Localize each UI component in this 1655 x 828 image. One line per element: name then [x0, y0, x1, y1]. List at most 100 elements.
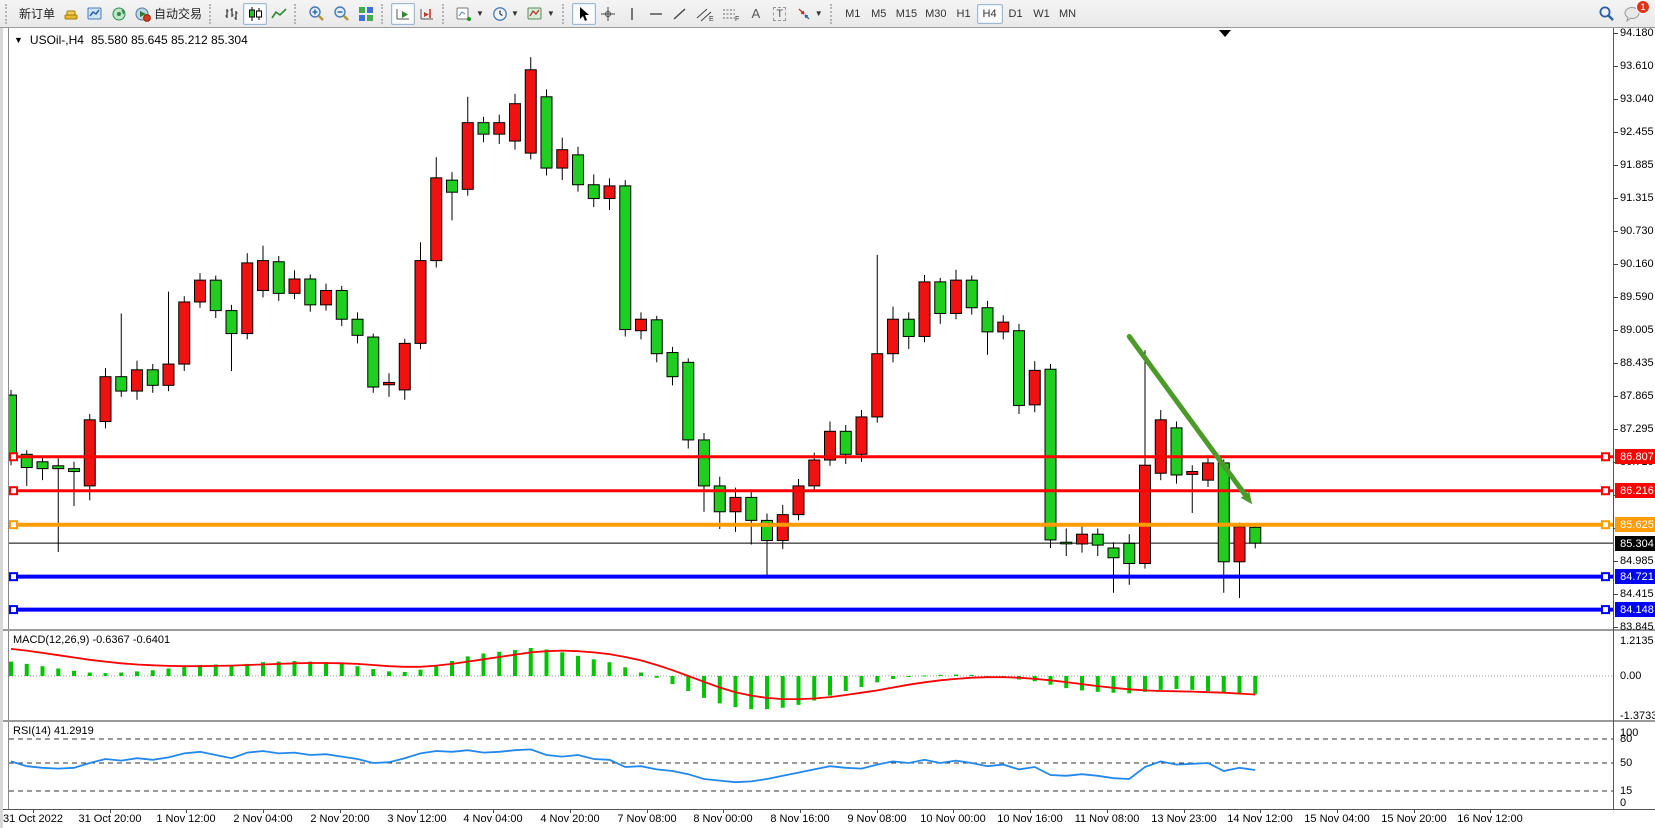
timeframe-button-m1[interactable]: M1	[840, 4, 866, 24]
candle-body[interactable]	[683, 362, 694, 440]
candle-body[interactable]	[573, 155, 584, 185]
candle-body[interactable]	[525, 70, 536, 153]
equidistant-channel-button[interactable]: E	[692, 3, 718, 25]
candle-body[interactable]	[447, 180, 458, 192]
candle-body[interactable]	[919, 282, 930, 337]
trendline-button[interactable]	[668, 3, 692, 25]
candle-body[interactable]	[53, 466, 64, 469]
candle-body[interactable]	[1092, 534, 1103, 545]
candle-body[interactable]	[541, 97, 552, 168]
text-tool-button[interactable]: A	[744, 3, 768, 25]
zoom-in-button[interactable]	[304, 3, 329, 25]
zoom-out-button[interactable]	[329, 3, 354, 25]
line-handle[interactable]	[10, 521, 17, 528]
periods-button[interactable]: ▼	[488, 3, 523, 25]
candle-body[interactable]	[384, 382, 395, 384]
search-button[interactable]	[1594, 3, 1619, 25]
line-handle[interactable]	[10, 573, 17, 580]
candle-body[interactable]	[620, 186, 631, 330]
candle-body[interactable]	[69, 469, 80, 472]
candle-body[interactable]	[872, 354, 883, 417]
candle-body[interactable]	[636, 319, 647, 330]
timeframe-button-h4[interactable]: H4	[977, 4, 1003, 24]
time-axis[interactable]: 31 Oct 202231 Oct 20:001 Nov 12:002 Nov …	[3, 809, 1655, 828]
candle-body[interactable]	[903, 319, 914, 336]
candle-body[interactable]	[888, 319, 899, 353]
candle-body[interactable]	[667, 353, 678, 377]
line-handle[interactable]	[10, 453, 17, 460]
candle-body[interactable]	[478, 123, 489, 134]
candle-body[interactable]	[699, 440, 710, 486]
candle-body[interactable]	[289, 279, 300, 293]
timeframe-button-mn[interactable]: MN	[1055, 4, 1081, 24]
candle-body[interactable]	[116, 377, 127, 391]
candle-body[interactable]	[1187, 472, 1198, 475]
candle-body[interactable]	[777, 515, 788, 541]
candle-body[interactable]	[336, 290, 347, 319]
rsi-panel[interactable]	[9, 723, 1613, 809]
arrows-tool-button[interactable]: ▼	[792, 3, 827, 25]
new-order-button[interactable]: 新订单	[15, 3, 59, 25]
candle-body[interactable]	[1155, 420, 1166, 473]
candle-body[interactable]	[100, 377, 111, 422]
candle-body[interactable]	[935, 282, 946, 314]
candle-body[interactable]	[651, 320, 662, 354]
line-handle[interactable]	[1602, 606, 1609, 613]
signals-button[interactable]	[107, 3, 131, 25]
candle-body[interactable]	[415, 261, 426, 344]
market-depth-button[interactable]	[59, 3, 83, 25]
line-chart-type-button[interactable]	[267, 3, 291, 25]
candle-body[interactable]	[242, 263, 253, 334]
candle-body[interactable]	[210, 280, 221, 310]
candle-body[interactable]	[321, 290, 332, 304]
candle-body[interactable]	[273, 262, 284, 294]
candle-body[interactable]	[998, 322, 1009, 332]
candle-body[interactable]	[1250, 527, 1261, 543]
new-chart-button[interactable]: ▼	[452, 3, 488, 25]
candle-body[interactable]	[1061, 542, 1072, 544]
candle-body[interactable]	[462, 123, 473, 190]
candle-body[interactable]	[951, 280, 962, 313]
candle-body[interactable]	[84, 420, 95, 486]
timeframe-button-m30[interactable]: M30	[921, 4, 950, 24]
candle-body[interactable]	[966, 280, 977, 308]
cursor-button[interactable]	[572, 3, 596, 25]
vertical-line-button[interactable]	[620, 3, 644, 25]
candle-body[interactable]	[1171, 428, 1182, 475]
price-chart[interactable]	[9, 28, 1613, 629]
candle-body[interactable]	[588, 185, 599, 199]
candle-body[interactable]	[856, 417, 867, 454]
candle-body[interactable]	[494, 123, 505, 134]
candle-body[interactable]	[132, 370, 143, 391]
candle-body[interactable]	[1218, 463, 1229, 562]
candle-body[interactable]	[1108, 548, 1119, 558]
candlestick-chart-type-button[interactable]	[243, 3, 267, 25]
candle-body[interactable]	[399, 343, 410, 390]
line-handle[interactable]	[1602, 573, 1609, 580]
candle-body[interactable]	[352, 319, 363, 335]
candle-body[interactable]	[1234, 527, 1245, 562]
macd-panel[interactable]	[9, 631, 1613, 719]
timeframe-button-h1[interactable]: H1	[951, 4, 977, 24]
candle-body[interactable]	[258, 261, 269, 291]
text-label-button[interactable]: T	[768, 3, 792, 25]
candle-body[interactable]	[37, 462, 48, 469]
candle-body[interactable]	[1077, 534, 1088, 544]
candle-body[interactable]	[179, 302, 190, 364]
notifications-button[interactable]: 1	[1619, 3, 1645, 25]
panel-divider[interactable]	[3, 720, 1655, 722]
timeframe-button-m15[interactable]: M15	[892, 4, 921, 24]
candle-body[interactable]	[195, 280, 206, 302]
candle-body[interactable]	[1014, 331, 1025, 406]
candle-body[interactable]	[809, 460, 820, 486]
candle-body[interactable]	[746, 497, 757, 520]
chevron-down-icon[interactable]: ▼	[14, 35, 23, 45]
candle-body[interactable]	[368, 337, 379, 387]
timeframe-button-d1[interactable]: D1	[1003, 4, 1029, 24]
horizontal-line-button[interactable]	[644, 3, 668, 25]
line-handle[interactable]	[1602, 487, 1609, 494]
candle-body[interactable]	[431, 178, 442, 261]
candle-body[interactable]	[982, 308, 993, 332]
tile-windows-button[interactable]	[354, 3, 378, 25]
candle-body[interactable]	[305, 279, 316, 305]
